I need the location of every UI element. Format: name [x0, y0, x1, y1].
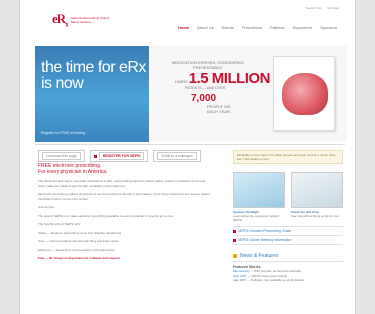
hero-harm-sub: PATIENTS — AND OVER	[185, 86, 226, 90]
nav-item-sponsors[interactable]: Sponsors	[320, 25, 337, 30]
hero-harm-number: 1.5 MILLION	[188, 70, 271, 87]
hero-deaths-label: PEOPLE DIE EACH YEAR.	[207, 104, 232, 114]
benefit-item: Safety — Reduces prescribing errors from…	[38, 230, 122, 235]
rss-icon[interactable]	[233, 254, 237, 258]
benefit-item: Free — No charge to physicians for softw…	[38, 256, 120, 260]
resource-link[interactable]: NEPSI Overall ePrescribing Guide	[233, 227, 343, 236]
email-colleague-button[interactable]: Email to a colleague	[153, 150, 202, 162]
register-button[interactable]: REGISTER FOR NEPSI	[89, 150, 149, 162]
hero-harm-label: HARM	[175, 79, 187, 84]
pdf-icon	[233, 229, 236, 233]
page-container: Search Site Site Map eRx National ePresc…	[19, 0, 356, 314]
feature-thumb[interactable]: Inside the eRx Flow See how ePrescribing…	[291, 172, 343, 222]
heart-illustration-icon	[282, 73, 328, 115]
page-tools: Download this page REGISTER FOR NEPSI Em…	[38, 150, 202, 162]
logo-tagline: National ePrescribing Patient Safety Ini…	[70, 16, 110, 24]
benefit-item: Efficiency — Streamlines communication w…	[38, 247, 115, 252]
section-divider	[35, 144, 345, 145]
sidebar-callout: Medication errors harm 1.5 million peopl…	[233, 150, 343, 164]
news-item[interactable]: Late 2007 — Software now available to al…	[233, 278, 343, 283]
intro-section: FREE electronic prescribing. For every p…	[38, 163, 213, 261]
feature-thumb-image	[291, 172, 343, 208]
benefits-title: The Key Benefits of NEPSI eRx:	[38, 222, 82, 226]
benefit-item: Care — Improves patient care through dru…	[38, 239, 119, 243]
resource-link[interactable]: NEPSI Online Meeting Information	[233, 236, 343, 245]
hero-banner[interactable]: the time for eRx is now Register for FRE…	[35, 46, 347, 142]
main-nav: Home About Us Events Prescribers Patient…	[178, 25, 337, 30]
resource-links: NEPSI Overall ePrescribing Guide NEPSI O…	[233, 226, 343, 245]
hero-heart-image	[273, 56, 335, 131]
nav-item-patients[interactable]: Patients	[270, 25, 284, 30]
sidebar: Medication errors harm 1.5 million peopl…	[233, 150, 343, 283]
feature-thumbs: Sponsor Spotlight Learn about the suppor…	[233, 172, 343, 222]
site-logo[interactable]: eRx National ePrescribing Patient Safety…	[52, 11, 119, 29]
nav-item-prescribers[interactable]: Prescribers	[242, 25, 262, 30]
feature-thumb[interactable]: Sponsor Spotlight Learn about the suppor…	[233, 172, 285, 222]
site-map-link[interactable]: Site Map	[327, 6, 339, 10]
intro-paragraph: The latest and best way to prescribe med…	[38, 179, 206, 188]
hero-harm-stat: HARM 1.5 MILLION	[175, 70, 270, 87]
download-page-button[interactable]: Download this page	[38, 150, 85, 162]
intro-paragraph: Electronic prescribing enables physician…	[38, 192, 210, 201]
hero-tagline: the time for eRx is now	[41, 59, 146, 92]
hero-stats-panel: MEDICATION ERRORS, CONSIDERED PREVENTABL…	[149, 46, 347, 142]
nav-item-events[interactable]: Events	[222, 25, 234, 30]
search-site-link[interactable]: Search Site	[306, 6, 322, 10]
hero-deaths-number: 7,000	[191, 93, 217, 104]
pdf-icon	[233, 238, 236, 242]
feature-thumb-text: See how ePrescribing works for you	[291, 214, 339, 218]
news-title[interactable]: News & Features	[233, 253, 343, 262]
feature-thumb-text: Learn about the supporters behind NEPSI	[233, 214, 279, 222]
utility-links: Search Site Site Map	[301, 6, 339, 10]
feature-thumb-image	[233, 172, 285, 208]
register-icon	[93, 154, 97, 158]
hero-register-link[interactable]: Register for FREE eScribing	[41, 131, 85, 135]
nav-item-supporters[interactable]: Supporters	[293, 25, 313, 30]
logo-mark: eRx	[52, 11, 69, 29]
intro-paragraph: And it's free.	[38, 205, 55, 209]
intro-title: FREE electronic prescribing. For every p…	[38, 163, 108, 175]
intro-paragraph: The goal of NEPSI is to make electronic …	[38, 213, 174, 218]
hero-tagline-panel: the time for eRx is now Register for FRE…	[35, 46, 149, 142]
nav-item-about-us[interactable]: About Us	[197, 25, 213, 30]
hero-stat-intro: MEDICATION ERRORS, CONSIDERED PREVENTABL…	[172, 60, 244, 70]
nav-item-home[interactable]: Home	[178, 25, 189, 30]
